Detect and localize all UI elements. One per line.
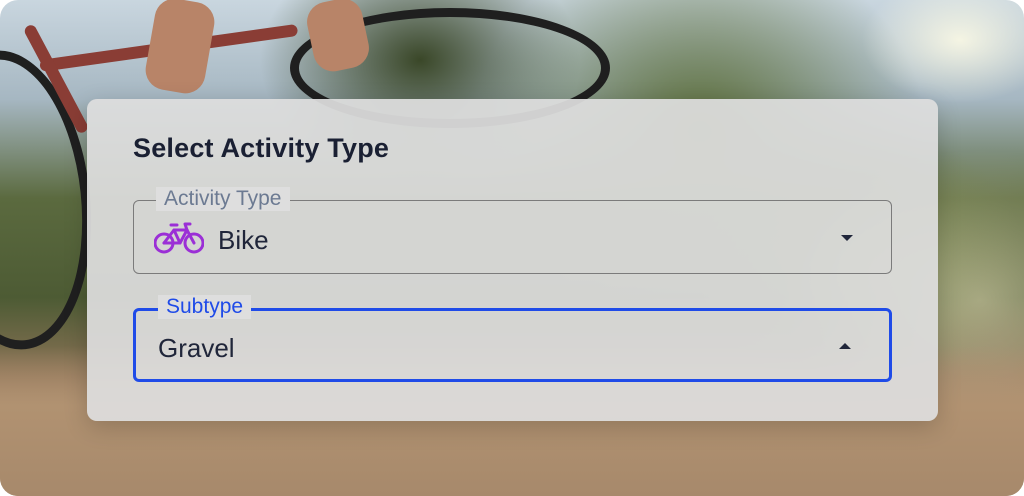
subtype-label: Subtype: [158, 295, 252, 319]
activity-type-dialog: Select Activity Type Activity Type Bike …: [87, 99, 938, 421]
activity-type-select[interactable]: Activity Type Bike: [133, 187, 892, 274]
bike-icon: [154, 222, 204, 254]
rider-leg: [142, 0, 218, 97]
background-photo: Select Activity Type Activity Type Bike …: [0, 0, 1024, 496]
activity-type-value: Bike: [218, 225, 269, 255]
subtype-value: Gravel: [158, 333, 235, 363]
subtype-select[interactable]: Subtype Gravel: [133, 295, 892, 382]
dialog-title: Select Activity Type: [133, 133, 390, 163]
chevron-down-icon[interactable]: [841, 235, 853, 241]
activity-type-label: Activity Type: [156, 187, 290, 211]
chevron-up-icon[interactable]: [839, 343, 851, 349]
